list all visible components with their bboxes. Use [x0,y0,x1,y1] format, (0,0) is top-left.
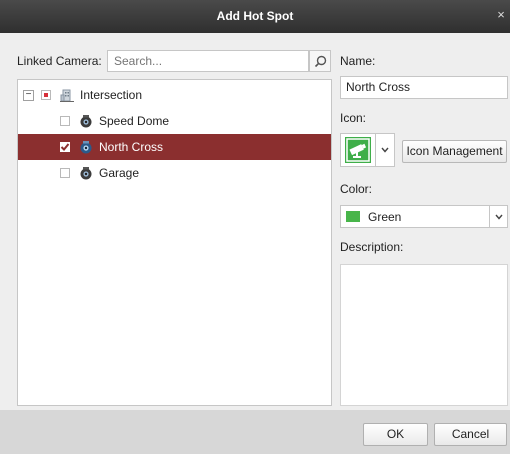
icon-management-button[interactable]: Icon Management [402,140,507,163]
cancel-button[interactable]: Cancel [434,423,507,446]
camera-icon [79,140,93,154]
color-label: Color: [340,182,373,196]
search-icon [314,55,327,68]
ok-button[interactable]: OK [363,423,428,446]
close-icon[interactable]: × [494,7,508,23]
color-dropdown[interactable]: Green [340,205,508,228]
chevron-down-icon [494,214,503,220]
name-field[interactable]: North Cross [340,76,508,99]
tree-node-intersection[interactable]: − Intersection [18,82,331,108]
camera-tree[interactable]: − Intersection Speed Dome North Cross Ga… [17,79,332,406]
description-textarea[interactable] [340,264,508,406]
tree-node-camera[interactable]: Speed Dome [18,108,331,134]
building-icon [60,88,74,102]
hotspot-camera-icon [345,137,371,163]
camera-icon [79,166,93,180]
camera-icon [79,114,93,128]
color-swatch [346,211,360,222]
chevron-down-icon [381,147,389,153]
camera-checkbox[interactable] [60,116,70,126]
color-value: Green [368,210,402,224]
description-label: Description: [340,240,404,254]
tree-node-label: Intersection [80,88,143,102]
title-bar[interactable]: Add Hot Spot × [0,0,510,33]
tree-node-label: Garage [99,166,140,180]
icon-dropdown-button[interactable] [376,133,395,167]
collapse-toggle-icon[interactable]: − [23,90,34,101]
partial-checkbox[interactable] [41,90,51,100]
camera-checkbox-checked[interactable] [60,142,70,152]
add-hot-spot-dialog: Add Hot Spot × Linked Camera: − [0,0,510,454]
name-label: Name: [340,54,376,68]
icon-selector[interactable] [340,133,376,167]
icon-label: Icon: [340,111,367,125]
search-button[interactable] [309,50,331,72]
tree-node-label: North Cross [99,140,164,154]
tree-node-camera-selected[interactable]: North Cross [18,134,331,160]
linked-camera-label: Linked Camera: [17,54,102,68]
search-input[interactable] [107,50,309,72]
tree-node-label: Speed Dome [99,114,170,128]
tree-node-camera[interactable]: Garage [18,160,331,186]
camera-checkbox[interactable] [60,168,70,178]
color-dropdown-arrow[interactable] [489,206,507,227]
dialog-title: Add Hot Spot [216,9,294,23]
